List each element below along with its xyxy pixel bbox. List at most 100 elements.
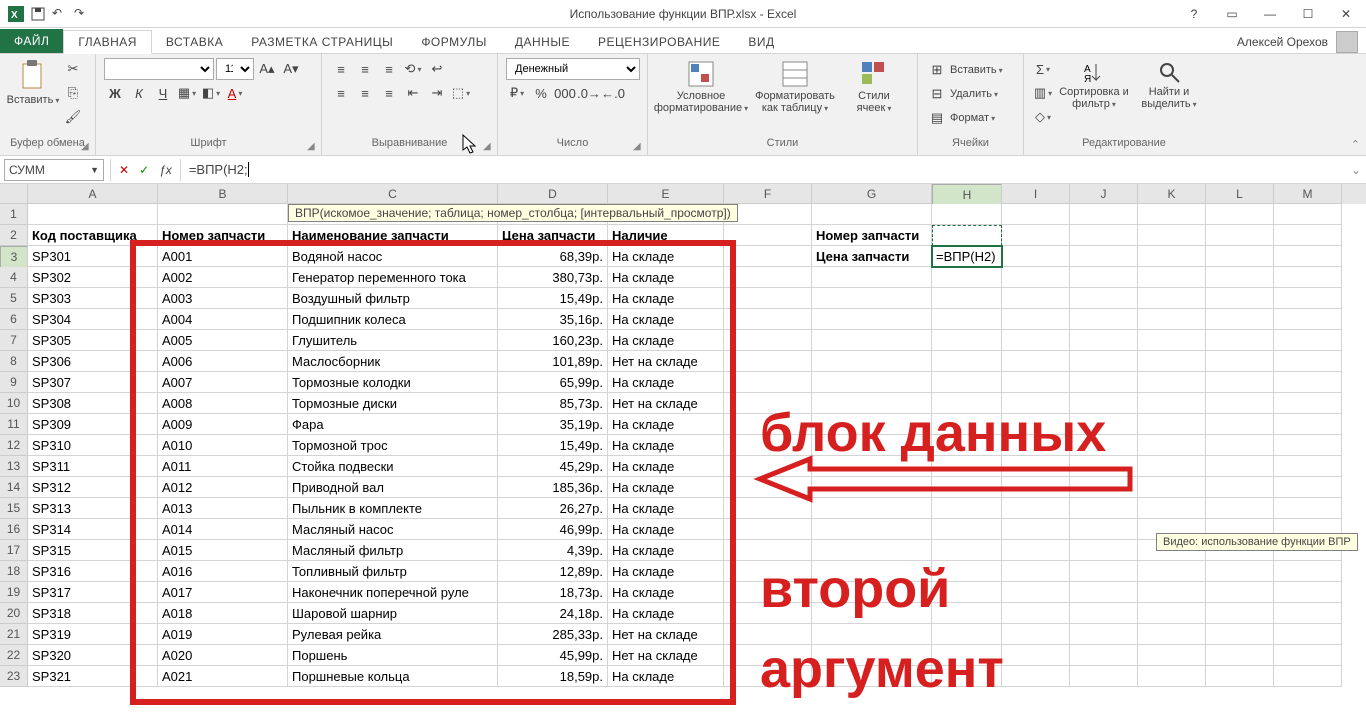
cell[interactable]: A002 xyxy=(158,267,288,288)
cell[interactable]: 18,59р. xyxy=(498,666,608,687)
clipboard-launcher-icon[interactable]: ◢ xyxy=(81,141,93,153)
indent-dec-icon[interactable]: ⇤ xyxy=(402,82,424,104)
cell[interactable]: A019 xyxy=(158,624,288,645)
cell[interactable] xyxy=(1070,204,1138,225)
cell[interactable]: =ВПР(H2) xyxy=(932,246,1002,267)
tab-insert[interactable]: ВСТАВКА xyxy=(152,31,237,53)
cell[interactable]: 15,49р. xyxy=(498,288,608,309)
format-cells-label[interactable]: Формат xyxy=(950,112,995,124)
cell[interactable]: SP318 xyxy=(28,603,158,624)
cell[interactable] xyxy=(1002,561,1070,582)
cell[interactable] xyxy=(1138,351,1206,372)
col-header-I[interactable]: I xyxy=(1002,184,1070,204)
wrap-text-icon[interactable]: ↩ xyxy=(426,58,448,80)
cell[interactable] xyxy=(1274,204,1342,225)
cell[interactable] xyxy=(932,540,1002,561)
row-header[interactable]: 1 xyxy=(0,204,28,225)
cell[interactable] xyxy=(1274,645,1342,666)
cell[interactable] xyxy=(1206,225,1274,246)
cell[interactable]: Нет на складе xyxy=(608,645,724,666)
cell[interactable] xyxy=(1002,519,1070,540)
cell[interactable]: Водяной насос xyxy=(288,246,498,267)
paste-button[interactable]: Вставить xyxy=(8,58,58,106)
font-family-select[interactable] xyxy=(104,58,214,80)
insert-cells-label[interactable]: Вставить xyxy=(950,64,1003,76)
cell[interactable] xyxy=(1002,372,1070,393)
align-center-icon[interactable]: ≡ xyxy=(354,82,376,104)
cell[interactable] xyxy=(1138,666,1206,687)
cell[interactable]: 15,49р. xyxy=(498,435,608,456)
number-launcher-icon[interactable]: ◢ xyxy=(633,141,645,153)
accept-formula-icon[interactable]: ✓ xyxy=(139,163,149,177)
name-box[interactable]: СУММ ▼ xyxy=(4,159,104,181)
insert-cells-icon[interactable]: ⊞ xyxy=(926,59,948,81)
inc-decimal-icon[interactable]: .0→ xyxy=(578,82,600,104)
ribbon-collapse-icon[interactable]: ⌃ xyxy=(1351,138,1360,151)
cell[interactable] xyxy=(1002,204,1070,225)
cell[interactable] xyxy=(932,288,1002,309)
cell[interactable]: Подшипник колеса xyxy=(288,309,498,330)
underline-icon[interactable]: Ч xyxy=(152,82,174,104)
cell[interactable] xyxy=(1206,351,1274,372)
cell[interactable] xyxy=(1206,645,1274,666)
row-header[interactable]: 21 xyxy=(0,624,28,645)
cell[interactable] xyxy=(1070,666,1138,687)
cell[interactable] xyxy=(1002,267,1070,288)
cell[interactable]: SP320 xyxy=(28,645,158,666)
cell[interactable]: На складе xyxy=(608,477,724,498)
cell[interactable] xyxy=(812,330,932,351)
conditional-formatting-button[interactable]: Условное форматирование xyxy=(656,58,746,114)
cell[interactable]: SP304 xyxy=(28,309,158,330)
align-launcher-icon[interactable]: ◢ xyxy=(483,141,495,153)
format-painter-icon[interactable]: 🖌 xyxy=(62,106,84,128)
cell[interactable]: На складе xyxy=(608,519,724,540)
cell[interactable]: Масляный насос xyxy=(288,519,498,540)
cell[interactable] xyxy=(1070,330,1138,351)
cell[interactable] xyxy=(1070,309,1138,330)
cell[interactable]: 45,29р. xyxy=(498,456,608,477)
cell[interactable] xyxy=(1206,435,1274,456)
cell[interactable] xyxy=(1274,225,1342,246)
cell[interactable]: SP321 xyxy=(28,666,158,687)
fill-color-icon[interactable]: ◧ xyxy=(200,82,222,104)
tab-formulas[interactable]: ФОРМУЛЫ xyxy=(407,31,501,53)
cell[interactable] xyxy=(724,351,812,372)
cell[interactable]: Маслосборник xyxy=(288,351,498,372)
cell[interactable] xyxy=(158,204,288,225)
row-header[interactable]: 5 xyxy=(0,288,28,309)
row-header[interactable]: 3 xyxy=(0,246,28,268)
cell[interactable]: SP309 xyxy=(28,414,158,435)
cell[interactable] xyxy=(932,309,1002,330)
cell[interactable]: SP303 xyxy=(28,288,158,309)
cell[interactable]: Тормозные диски xyxy=(288,393,498,414)
col-header-M[interactable]: M xyxy=(1274,184,1342,204)
row-header[interactable]: 7 xyxy=(0,330,28,351)
cell[interactable]: Цена запчасти xyxy=(812,246,932,267)
cell[interactable]: На складе xyxy=(608,414,724,435)
cell[interactable] xyxy=(1206,624,1274,645)
cell[interactable] xyxy=(1138,372,1206,393)
cell[interactable]: На складе xyxy=(608,498,724,519)
cell[interactable]: A007 xyxy=(158,372,288,393)
cell[interactable] xyxy=(932,225,1002,246)
cell[interactable] xyxy=(1070,561,1138,582)
cell[interactable] xyxy=(812,267,932,288)
fill-icon[interactable]: ▥ xyxy=(1032,82,1054,104)
cell[interactable] xyxy=(1070,225,1138,246)
italic-icon[interactable]: К xyxy=(128,82,150,104)
cell[interactable] xyxy=(1274,393,1342,414)
cell[interactable] xyxy=(1138,624,1206,645)
cell[interactable] xyxy=(1138,267,1206,288)
spreadsheet-grid[interactable]: A B C D E F G H I J K L M ВПР(искомое_зн… xyxy=(0,184,1366,687)
cell[interactable]: Приводной вал xyxy=(288,477,498,498)
cell[interactable]: Цена запчасти xyxy=(498,225,608,246)
cell[interactable] xyxy=(724,540,812,561)
cell[interactable] xyxy=(1206,456,1274,477)
cell[interactable]: 101,89р. xyxy=(498,351,608,372)
cell-styles-button[interactable]: Стили ячеек xyxy=(844,58,904,114)
cell[interactable] xyxy=(1274,435,1342,456)
cell[interactable] xyxy=(1138,246,1206,267)
cell[interactable]: A012 xyxy=(158,477,288,498)
col-header-E[interactable]: E xyxy=(608,184,724,204)
cell[interactable] xyxy=(932,204,1002,225)
